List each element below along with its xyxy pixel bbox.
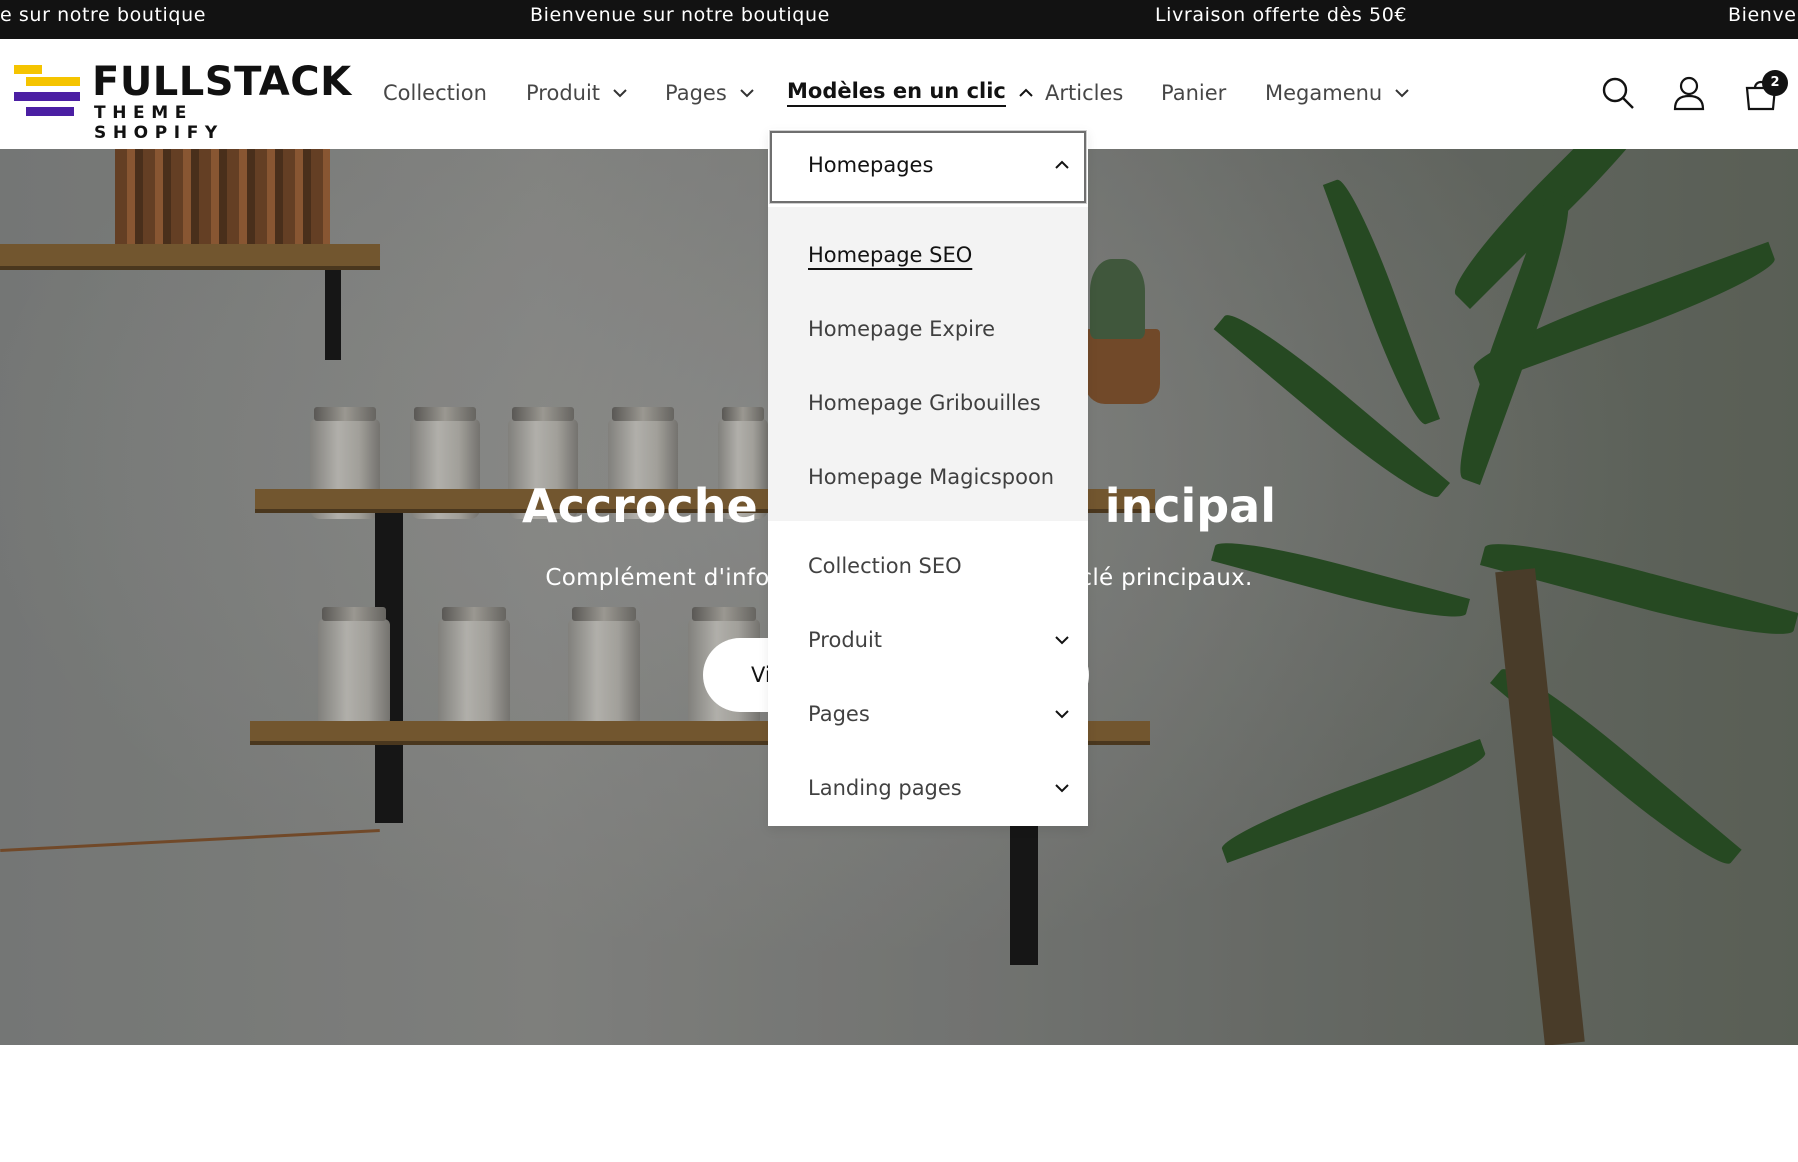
cart-count-badge: 2 xyxy=(1762,70,1788,96)
announcement-message: Bienve xyxy=(1728,4,1797,26)
nav-produit[interactable]: Produit xyxy=(526,77,628,109)
dropdown-item-homepage-gribouilles[interactable]: Homepage Gribouilles xyxy=(808,386,1070,420)
nav-megamenu[interactable]: Megamenu xyxy=(1265,77,1410,109)
chevron-up-icon xyxy=(1019,88,1033,97)
dropdown-item-label: Pages xyxy=(808,702,870,726)
dropdown-item-label: Homepage Magicspoon xyxy=(808,465,1055,489)
dropdown-item-homepage-magicspoon[interactable]: Homepage Magicspoon xyxy=(808,460,1070,494)
nav-modeles-en-un-clic[interactable]: Modèles en un clic xyxy=(787,77,1034,109)
announcement-message: Livraison offerte dès 50€ xyxy=(1155,4,1408,26)
chevron-up-icon xyxy=(1055,160,1069,169)
chevron-down-icon xyxy=(740,89,754,98)
nav-label: Articles xyxy=(1045,81,1124,105)
logo-sub-text: THEME SHOPIFY xyxy=(94,103,224,143)
dropdown-item-landing-pages[interactable]: Landing pages xyxy=(808,771,1070,805)
dropdown-item-label: Homepage SEO xyxy=(808,243,973,267)
store-logo[interactable]: FULLSTACK THEME SHOPIFY xyxy=(14,59,351,143)
nav-label: Panier xyxy=(1161,81,1227,105)
dropdown-item-homepages[interactable]: Homepages xyxy=(808,148,1070,182)
dropdown-item-homepage-expire[interactable]: Homepage Expire xyxy=(808,312,1070,346)
chevron-down-icon xyxy=(1395,89,1409,98)
modeles-dropdown-menu: Homepages Homepage SEO Homepage Expire H… xyxy=(768,129,1088,826)
dropdown-item-collection-seo[interactable]: Collection SEO xyxy=(808,549,1070,583)
hero-title-right: incipal xyxy=(1104,479,1276,533)
announcement-bar: e sur notre boutique Bienvenue sur notre… xyxy=(0,0,1798,39)
announcement-message: e sur notre boutique xyxy=(0,4,207,26)
chevron-down-icon xyxy=(1055,784,1069,793)
nav-panier[interactable]: Panier xyxy=(1161,77,1226,109)
nav-label: Megamenu xyxy=(1265,81,1383,105)
dropdown-item-label: Homepages xyxy=(808,153,934,177)
dropdown-item-label: Collection SEO xyxy=(808,554,962,578)
logo-mark-icon xyxy=(14,65,80,116)
dropdown-item-label: Homepage Gribouilles xyxy=(808,391,1041,415)
announcement-message: Bienvenue sur notre boutique xyxy=(530,4,830,26)
nav-label: Produit xyxy=(526,81,601,105)
nav-label: Modèles en un clic xyxy=(787,79,1006,107)
chevron-down-icon xyxy=(1055,636,1069,645)
chevron-down-icon xyxy=(1055,710,1069,719)
dropdown-item-homepage-seo[interactable]: Homepage SEO xyxy=(808,238,1070,272)
dropdown-item-label: Homepage Expire xyxy=(808,317,996,341)
dropdown-item-label: Produit xyxy=(808,628,883,652)
nav-label: Pages xyxy=(665,81,727,105)
hero-subtitle-left: Complément d'infor xyxy=(545,565,780,591)
nav-collection[interactable]: Collection xyxy=(383,77,487,109)
nav-articles[interactable]: Articles xyxy=(1045,77,1123,109)
chevron-down-icon xyxy=(613,89,627,98)
nav-pages[interactable]: Pages xyxy=(665,77,755,109)
dropdown-item-label: Landing pages xyxy=(808,776,962,800)
account-icon[interactable] xyxy=(1671,75,1707,111)
dropdown-item-produit[interactable]: Produit xyxy=(808,623,1070,657)
hero-subtitle-right: clé principaux. xyxy=(1079,565,1253,591)
search-icon[interactable] xyxy=(1600,75,1636,111)
logo-main-text: FULLSTACK xyxy=(92,59,352,105)
page-content-area xyxy=(0,1045,1798,1162)
nav-label: Collection xyxy=(383,81,487,105)
hero-title-left: Accroche a xyxy=(522,479,805,533)
dropdown-item-pages[interactable]: Pages xyxy=(808,697,1070,731)
